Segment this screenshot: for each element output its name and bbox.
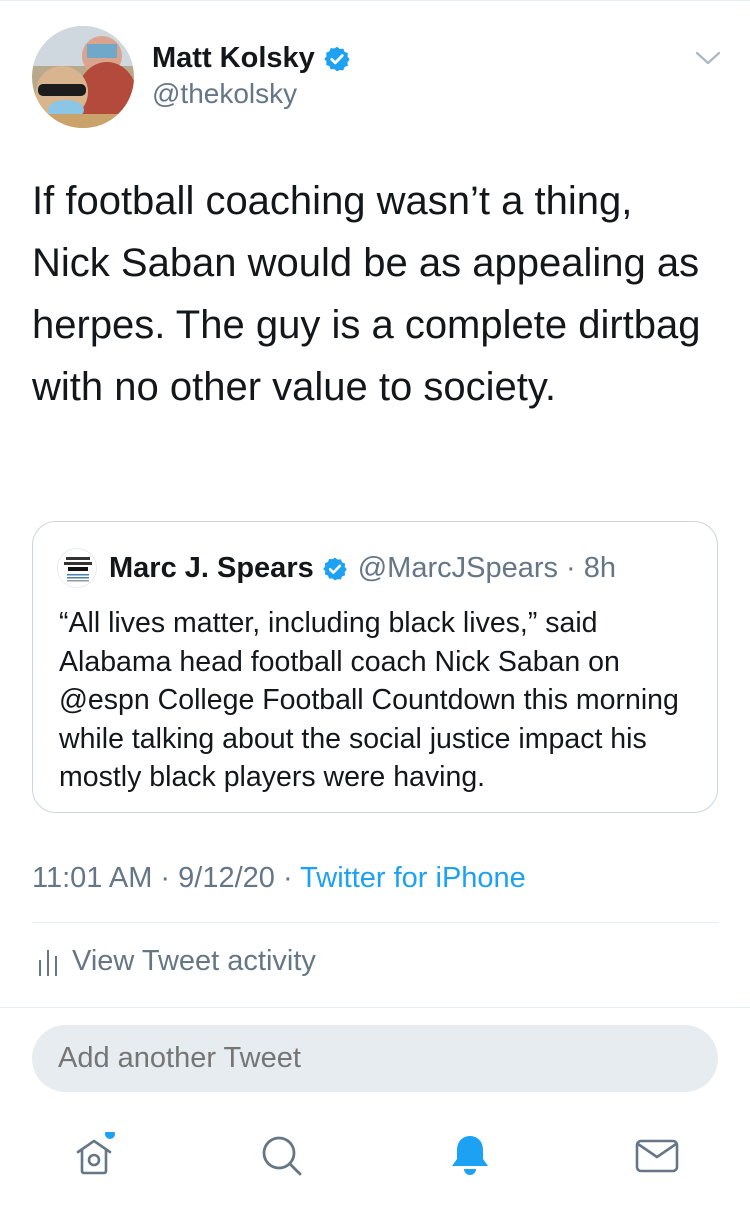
quoted-tweet-card[interactable]: Marc J. Spears @MarcJSpears · 8h “All li… bbox=[32, 521, 718, 813]
author-handle[interactable]: @thekolsky bbox=[152, 78, 297, 110]
author-avatar[interactable] bbox=[32, 26, 134, 128]
quoted-author-avatar[interactable] bbox=[57, 548, 97, 588]
home-icon[interactable] bbox=[70, 1132, 118, 1180]
quoted-avatar-logo bbox=[58, 549, 96, 587]
tweet-source-link[interactable]: Twitter for iPhone bbox=[300, 862, 526, 894]
add-another-tweet-input[interactable] bbox=[58, 1025, 698, 1092]
author-name[interactable]: Matt Kolsky bbox=[152, 42, 315, 75]
reply-composer[interactable] bbox=[32, 1025, 718, 1092]
tweet-timestamp: 11:01 AM · 9/12/20 · bbox=[32, 862, 301, 894]
view-tweet-activity-label: View Tweet activity bbox=[72, 944, 316, 977]
search-icon[interactable] bbox=[258, 1132, 306, 1180]
notifications-icon[interactable] bbox=[446, 1132, 494, 1180]
tweet-meta: 11:01 AM · 9/12/20 · Twitter for iPhone bbox=[32, 862, 526, 895]
author-row: Matt Kolsky bbox=[152, 42, 351, 75]
divider bbox=[0, 1007, 750, 1008]
verified-badge-icon bbox=[322, 557, 347, 580]
avatar-photo bbox=[32, 26, 134, 128]
quoted-header: Marc J. Spears @MarcJSpears · 8h bbox=[109, 552, 616, 585]
messages-icon[interactable] bbox=[633, 1132, 681, 1180]
quoted-author-handle: @MarcJSpears · 8h bbox=[357, 552, 617, 584]
view-tweet-activity-button[interactable]: View Tweet activity bbox=[36, 944, 316, 978]
chevron-down-icon[interactable] bbox=[694, 48, 722, 68]
tweet-text: If football coaching wasn’t a thing, Nic… bbox=[32, 179, 701, 409]
quoted-author-name[interactable]: Marc J. Spears bbox=[109, 552, 314, 585]
divider bbox=[32, 922, 718, 923]
activity-chart-icon bbox=[39, 950, 57, 976]
verified-badge-icon bbox=[324, 46, 350, 71]
quoted-tweet-text: “All lives matter, including black lives… bbox=[59, 607, 679, 793]
top-divider bbox=[0, 0, 750, 1]
home-notification-dot bbox=[105, 1132, 115, 1139]
